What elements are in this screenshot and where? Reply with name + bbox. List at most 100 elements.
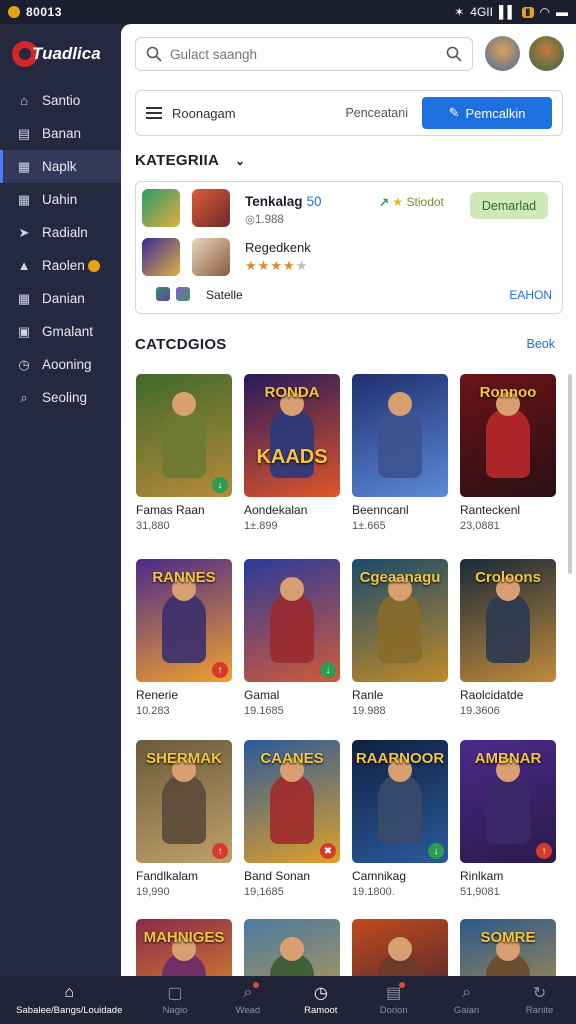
game-cover[interactable]: RONDA KAADS bbox=[244, 374, 340, 497]
sidebar-item-6[interactable]: ▦ Danian bbox=[0, 282, 121, 315]
game-cover[interactable] bbox=[352, 919, 448, 976]
sidebar-item-label: Uahin bbox=[42, 192, 78, 207]
download-button[interactable]: Demarlad bbox=[470, 192, 548, 219]
bottom-tab-label: Nagio bbox=[162, 1005, 188, 1016]
game-tile[interactable]: Cgeaanagu Ranle 19.988 bbox=[352, 559, 448, 717]
square-icon: ▢ bbox=[167, 985, 183, 1002]
game-tile[interactable] bbox=[352, 919, 448, 976]
avatar[interactable] bbox=[485, 36, 520, 71]
game-name: Famas Raan bbox=[136, 503, 205, 517]
sidebar-nav: ⌂ Santio ▤ Banan ▦ Naplk ▦ Uahin ➤ Radialn ▲ Raolen… bbox=[0, 84, 121, 414]
game-tile[interactable]: AMBNAR ↑ Rinlkam 51,9081 bbox=[460, 740, 556, 898]
game-cover[interactable]: Cgeaanagu bbox=[352, 559, 448, 682]
game-name: Band Sonan bbox=[244, 869, 311, 883]
app-name: Tuadlica bbox=[32, 44, 101, 63]
game-name: Beenncanl bbox=[352, 503, 409, 517]
sidebar-item-2[interactable]: ▦ Naplk bbox=[0, 150, 121, 183]
game-cover[interactable] bbox=[352, 374, 448, 497]
grid-icon: ▦ bbox=[17, 158, 31, 174]
bottom-tab-3[interactable]: ◷ Ramoot bbox=[284, 976, 357, 1024]
game-cover[interactable]: SOMRE bbox=[460, 919, 556, 976]
featured-thumb[interactable] bbox=[142, 238, 180, 276]
game-hero-head bbox=[280, 577, 304, 601]
bottom-tab-5[interactable]: ⌕ Gaian bbox=[430, 976, 503, 1024]
menu-icon[interactable] bbox=[146, 104, 162, 122]
bottom-tab-label: Gaian bbox=[453, 1005, 480, 1016]
game-cover[interactable]: Croloons bbox=[460, 559, 556, 682]
sidebar-item-label: Santio bbox=[42, 93, 81, 108]
game-cover[interactable]: AMBNAR ↑ bbox=[460, 740, 556, 863]
bottom-tab-4[interactable]: ▤ Dorion bbox=[357, 976, 430, 1024]
app-logo[interactable]: Tuadlica bbox=[0, 24, 121, 84]
search-submit-icon[interactable] bbox=[446, 46, 462, 62]
game-tile[interactable]: ↓ Gamal 19.1685 bbox=[244, 559, 340, 717]
star-icon: ★ bbox=[245, 258, 258, 273]
game-cover-title: MAHNIGES bbox=[143, 929, 225, 946]
search-input[interactable] bbox=[170, 46, 446, 62]
game-cover[interactable]: ↓ bbox=[244, 559, 340, 682]
bottom-tab-6[interactable]: ↻ Ranite bbox=[503, 976, 576, 1024]
toolbar-menu-label[interactable]: Roonagam bbox=[172, 106, 236, 121]
bottom-tab-2[interactable]: ⌕ Wead bbox=[211, 976, 284, 1024]
featured-thumb[interactable] bbox=[192, 238, 230, 276]
game-count: 19.988 bbox=[352, 705, 386, 717]
game-tile[interactable]: SHERMAK ↑ Fandlkalam 19,990 bbox=[136, 740, 232, 898]
pin-icon: ➤ bbox=[18, 224, 30, 240]
game-cover[interactable]: CAANES ✖ bbox=[244, 740, 340, 863]
signal-icon: ▌▌ bbox=[498, 5, 516, 19]
game-cover[interactable]: RANNES ↑ bbox=[136, 559, 232, 682]
avatar-secondary[interactable] bbox=[529, 36, 564, 71]
battery-icon: ▮ bbox=[522, 6, 534, 18]
bottom-tab-1[interactable]: ▢ Nagio bbox=[139, 976, 212, 1024]
search-bar[interactable] bbox=[135, 37, 473, 71]
game-cover[interactable] bbox=[244, 919, 340, 976]
refresh-icon: ↻ bbox=[532, 985, 547, 1002]
game-hero-head bbox=[388, 392, 412, 416]
toolbar-mid-label[interactable]: Penceatani bbox=[345, 106, 408, 120]
game-tile[interactable]: CAANES ✖ Band Sonan 19,1685 bbox=[244, 740, 340, 898]
game-cover-title: RANNES bbox=[152, 569, 216, 586]
game-tile[interactable]: RANNES ↑ Renerie 10.283 bbox=[136, 559, 232, 717]
sidebar-item-1[interactable]: ▤ Banan bbox=[0, 117, 121, 150]
game-tile[interactable] bbox=[244, 919, 340, 976]
game-tile[interactable]: RONDA KAADS Aondekalan 1±.899 bbox=[244, 374, 340, 532]
game-cover[interactable]: MAHNIGES bbox=[136, 919, 232, 976]
sidebar-item-5[interactable]: ▲ Raolen bbox=[0, 249, 121, 282]
game-cover[interactable]: RAARNOOR ↓ bbox=[352, 740, 448, 863]
game-name: Renerie bbox=[136, 688, 179, 702]
featured-thumb[interactable] bbox=[142, 189, 180, 227]
sidebar-item-7[interactable]: ▣ Gmalant bbox=[0, 315, 121, 348]
game-tile[interactable]: Ronnoo Ranteckenl 23,0881 bbox=[460, 374, 556, 532]
game-cover[interactable]: ↓ bbox=[136, 374, 232, 497]
star-icon: ★ bbox=[295, 258, 309, 273]
sidebar-item-label: Naplk bbox=[42, 159, 77, 174]
featured-thumb[interactable] bbox=[192, 189, 230, 227]
scrollbar[interactable] bbox=[568, 374, 572, 574]
sidebar-item-0[interactable]: ⌂ Santio bbox=[0, 84, 121, 117]
chevron-down-icon[interactable]: ⌄ bbox=[235, 154, 245, 168]
game-hero-figure bbox=[486, 774, 530, 844]
game-tile[interactable]: ↓ Famas Raan 31,880 bbox=[136, 374, 232, 532]
sidebar-item-3[interactable]: ▦ Uahin bbox=[0, 183, 121, 216]
game-tile[interactable]: Croloons Raolcidatde 19.3606 bbox=[460, 559, 556, 717]
status-app-icon bbox=[8, 6, 20, 18]
primary-action-button[interactable]: ✎ Pemcalkin bbox=[422, 97, 552, 129]
game-tile[interactable]: Beenncanl 1±.665 bbox=[352, 374, 448, 532]
sidebar-item-9[interactable]: ⌕ Seoling bbox=[0, 381, 121, 414]
game-cover[interactable]: SHERMAK ↑ bbox=[136, 740, 232, 863]
sidebar-item-4[interactable]: ➤ Radialn bbox=[0, 216, 121, 249]
game-cover-title: Ronnoo bbox=[479, 384, 537, 401]
bottom-tab-0[interactable]: ⌂ Sabalee/Bangs/Louidade bbox=[0, 976, 139, 1024]
grid-icon: ▦ bbox=[17, 290, 31, 306]
game-tile[interactable]: RAARNOOR ↓ Camnikag 19.1800. bbox=[352, 740, 448, 898]
featured-card[interactable]: Tenkalag 50 ◎1.988 ↗ ★ Stiodot Demarlad R… bbox=[135, 181, 563, 314]
game-tile[interactable]: MAHNIGES bbox=[136, 919, 232, 976]
game-hero-figure bbox=[162, 408, 206, 478]
game-cover-title: Croloons bbox=[475, 569, 541, 586]
game-tile[interactable]: SOMRE bbox=[460, 919, 556, 976]
sidebar-item-8[interactable]: ◷ Aooning bbox=[0, 348, 121, 381]
game-cover[interactable]: Ronnoo bbox=[460, 374, 556, 497]
battery-level-icon: ▬ bbox=[556, 5, 568, 19]
featured-more-link[interactable]: EAHON bbox=[509, 288, 552, 302]
see-all-link[interactable]: Beok bbox=[527, 337, 556, 351]
